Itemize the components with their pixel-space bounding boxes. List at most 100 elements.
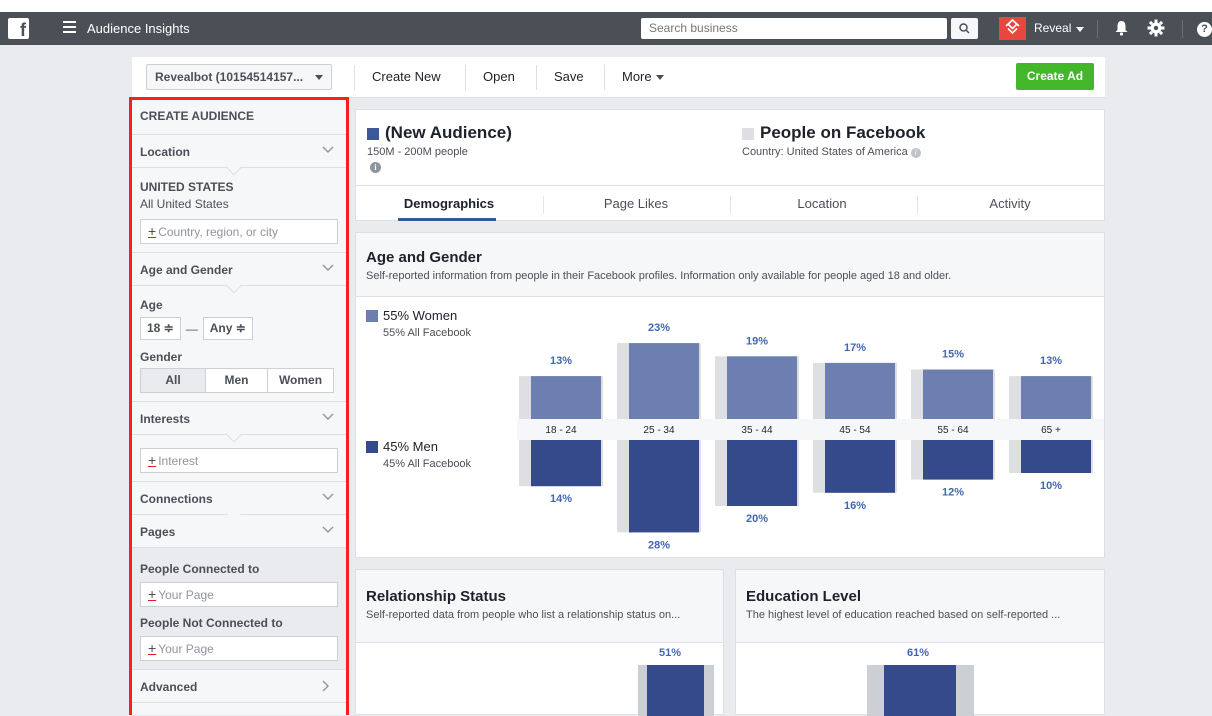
chevron-right-icon	[322, 680, 329, 692]
men-bar	[531, 440, 601, 487]
info-icon[interactable]: i	[370, 162, 381, 173]
education-level-header: Education Level The highest level of edu…	[736, 570, 1104, 643]
women-bar	[923, 369, 993, 419]
women-bar	[531, 376, 601, 419]
bell-icon[interactable]	[1114, 20, 1129, 36]
open-button[interactable]: Open	[483, 69, 515, 84]
help-icon[interactable]: ?	[1197, 22, 1212, 37]
info-icon[interactable]: i	[910, 148, 921, 158]
relationship-value-label: 51%	[659, 647, 682, 659]
plus-icon: +	[148, 223, 157, 239]
chevron-down-icon	[322, 526, 334, 533]
chevron-down-icon	[322, 146, 334, 153]
age-range-dash: —	[185, 321, 198, 336]
interest-input[interactable]: + Interest	[140, 448, 338, 473]
location-body: UNITED STATES All United States + Country…	[132, 168, 346, 253]
gender-men-button[interactable]: Men	[206, 368, 268, 393]
divider	[1097, 20, 1098, 38]
not-connected-page-placeholder: Your Page	[158, 642, 214, 656]
active-tab-indicator	[398, 218, 496, 221]
age-gender-body: Age 18 ≑ — Any ≑ Gender All Men Women	[132, 286, 346, 402]
men-bar-value-label: 16%	[844, 500, 866, 512]
age-category-label: 18 - 24	[545, 425, 577, 436]
more-menu-button[interactable]: More	[622, 69, 664, 84]
audience-size: 150M - 200M people	[367, 146, 468, 158]
interests-label: Interests	[140, 412, 191, 426]
age-max-select[interactable]: Any ≑	[202, 317, 253, 340]
advanced-label: Advanced	[140, 680, 198, 694]
pages-body: People Connected to + Your Page People No…	[132, 548, 346, 670]
not-connected-page-input[interactable]: + Your Page	[140, 636, 338, 661]
gear-icon[interactable]	[1147, 19, 1165, 37]
search-icon	[959, 23, 970, 34]
men-bar-value-label: 28%	[648, 539, 670, 551]
divider	[730, 196, 731, 214]
age-min-select[interactable]: 18 ≑	[140, 317, 181, 340]
more-label: More	[622, 69, 652, 84]
education-level-description: The highest level of education reached b…	[746, 609, 1061, 621]
divider	[543, 196, 544, 214]
women-bar-value-label: 13%	[550, 355, 572, 367]
women-bar-value-label: 15%	[942, 349, 964, 361]
app-title[interactable]: Audience Insights	[87, 21, 190, 36]
age-gender-chart: 13% 14% 18 - 24 23% 28% 25 - 34 19% 20% 35 - 44 1…	[519, 322, 1093, 551]
create-ad-button[interactable]: Create Ad	[1016, 63, 1094, 90]
tab-activity[interactable]: Activity	[962, 196, 1058, 211]
search-button[interactable]	[951, 18, 978, 39]
tab-page-likes[interactable]: Page Likes	[588, 196, 684, 211]
relationship-status-title: Relationship Status	[366, 588, 507, 605]
men-bar	[1021, 440, 1091, 473]
compare-title: People on Facebook	[742, 123, 925, 143]
gender-women-button[interactable]: Women	[268, 368, 334, 393]
gender-toggle: All Men Women	[140, 368, 338, 393]
facebook-logo-icon[interactable]: f	[8, 18, 29, 40]
age-gender-label: Age and Gender	[140, 263, 233, 277]
pages-header[interactable]: Pages	[132, 515, 346, 548]
search-input[interactable]: Search business	[641, 18, 947, 39]
women-bar	[825, 362, 895, 419]
gender-all-button[interactable]: All	[140, 368, 206, 393]
people-not-connected-label: People Not Connected to	[140, 616, 283, 630]
location-label: Location	[140, 145, 190, 159]
women-bar	[629, 343, 699, 419]
location-scope: All United States	[140, 197, 229, 211]
connected-page-input[interactable]: + Your Page	[140, 582, 338, 607]
create-new-button[interactable]: Create New	[372, 69, 441, 84]
divider	[354, 65, 355, 90]
compare-name: People on Facebook	[760, 123, 926, 142]
save-button[interactable]: Save	[554, 69, 584, 84]
men-bar-value-label: 14%	[550, 493, 572, 505]
relationship-bar	[647, 665, 704, 716]
divider	[604, 65, 605, 90]
location-input[interactable]: + Country, region, or city	[140, 219, 338, 244]
account-menu-chevron-icon[interactable]	[1076, 27, 1084, 32]
tab-demographics[interactable]: Demographics	[401, 196, 497, 211]
menu-icon[interactable]	[63, 21, 76, 33]
account-menu-label[interactable]: Reveal	[1034, 21, 1071, 35]
audience-title: (New Audience)	[367, 123, 512, 143]
advanced-header[interactable]: Advanced	[132, 670, 346, 703]
sidebar-title: CREATE AUDIENCE	[132, 100, 346, 135]
divider	[1182, 20, 1183, 38]
chevron-down-icon	[322, 413, 334, 420]
men-bar	[923, 440, 993, 480]
age-gender-header[interactable]: Age and Gender	[132, 253, 346, 294]
interests-body: + Interest	[132, 435, 346, 482]
connected-page-placeholder: Your Page	[158, 588, 214, 602]
top-nav: f Audience Insights Search business Reve…	[0, 12, 1212, 45]
chevron-down-icon	[315, 75, 323, 80]
pages-label: Pages	[140, 525, 176, 539]
location-section: Location UNITED STATES All United States…	[132, 135, 346, 253]
men-bar-value-label: 10%	[1040, 480, 1062, 492]
connections-header[interactable]: Connections	[132, 482, 346, 523]
audience-name: (New Audience)	[385, 123, 512, 142]
compare-color-swatch	[742, 127, 754, 140]
tab-location[interactable]: Location	[774, 196, 870, 211]
age-category-label: 25 - 34	[643, 425, 675, 436]
location-header[interactable]: Location	[132, 135, 346, 176]
compare-country: Country: United States of America	[742, 146, 908, 158]
interests-header[interactable]: Interests	[132, 402, 346, 443]
men-bar	[825, 440, 895, 493]
ad-account-select[interactable]: Revealbot (10154514157...	[146, 64, 332, 90]
reveal-logo-icon[interactable]	[999, 17, 1026, 40]
